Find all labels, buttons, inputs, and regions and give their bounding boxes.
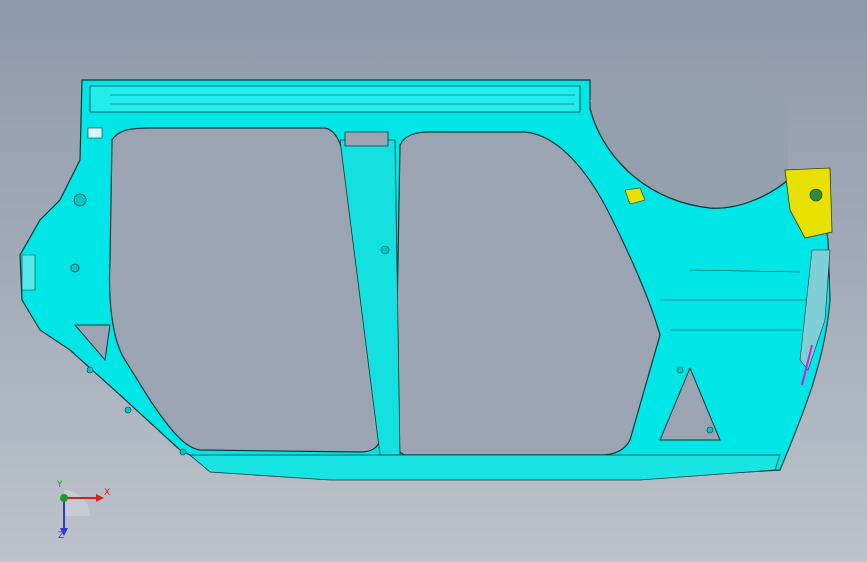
front-hinge-slot <box>87 127 103 139</box>
z-axis-label: Z <box>58 531 65 541</box>
bracket-hole <box>809 188 823 202</box>
b-pillar-slot <box>344 131 389 147</box>
x-axis-arrow <box>96 494 104 502</box>
quarter-hole <box>706 426 714 434</box>
sill-hole <box>86 366 94 374</box>
front-lock-plate <box>21 254 36 291</box>
cad-viewport[interactable]: X Y Z <box>0 0 867 562</box>
b-pillar-hole <box>380 245 390 255</box>
y-axis-dot <box>60 494 68 502</box>
x-axis-label: X <box>104 488 111 498</box>
side-panel-model[interactable] <box>0 0 867 562</box>
sill-hole <box>179 448 187 456</box>
roof-rail <box>89 85 581 113</box>
axis-triad <box>60 490 104 536</box>
rocker-sill <box>188 454 781 481</box>
quarter-hole <box>676 366 684 374</box>
front-mount-hole <box>70 263 80 273</box>
y-axis-label: Y <box>57 480 63 490</box>
front-mount-hole <box>73 193 87 207</box>
sill-hole <box>124 406 132 414</box>
triad-backdrop <box>64 490 90 516</box>
